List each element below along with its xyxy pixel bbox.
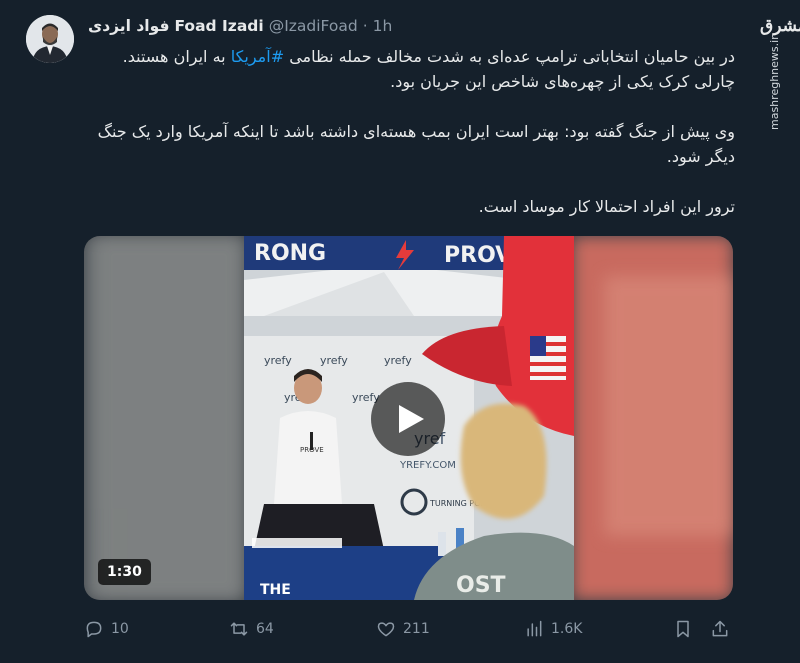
watermark-url: mashreghnews.ir bbox=[768, 35, 781, 130]
banner-text-2: PROV bbox=[444, 243, 512, 268]
bookmark-button[interactable] bbox=[673, 612, 693, 646]
tweet-paragraph-1: در بین حامیان انتخاباتی ترامپ عده‌ای به … bbox=[80, 44, 735, 94]
paragraph-1-start: در بین حامیان انتخاباتی ترامپ عده‌ای به … bbox=[284, 47, 735, 66]
timestamp[interactable]: 1h bbox=[373, 17, 393, 35]
reply-icon bbox=[86, 621, 102, 638]
author-name[interactable]: Foad Izadi bbox=[174, 17, 263, 35]
news-watermark: مشرق mashreghnews.ir bbox=[760, 8, 800, 130]
hashtag-link[interactable]: #آمریکا bbox=[231, 47, 284, 66]
avatar[interactable] bbox=[26, 15, 74, 63]
banner-text: RONG bbox=[254, 241, 326, 266]
share-button[interactable] bbox=[710, 612, 730, 646]
views-button[interactable]: 1.6K bbox=[524, 612, 582, 646]
avatar-image bbox=[26, 15, 74, 63]
action-bar: 10 64 211 1.6K bbox=[80, 612, 740, 646]
author-handle[interactable]: @IzadiFoad bbox=[269, 17, 358, 35]
tweet: فواد ایزدی Foad Izadi @IzadiFoad · 1h مش… bbox=[0, 0, 800, 663]
share-icon bbox=[712, 620, 728, 637]
like-button[interactable]: 211 bbox=[376, 612, 430, 646]
play-icon bbox=[399, 405, 424, 433]
video-duration: 1:30 bbox=[98, 559, 151, 585]
bookmark-icon bbox=[677, 620, 689, 638]
retweet-count: 64 bbox=[256, 621, 274, 637]
author-name-fa[interactable]: فواد ایزدی bbox=[88, 17, 169, 35]
svg-text:yrefy: yrefy bbox=[384, 354, 412, 367]
views-icon bbox=[527, 620, 542, 637]
tweet-paragraph-2: وی پیش از جنگ گفته بود: بهتر است ایران ب… bbox=[97, 122, 735, 166]
reply-button[interactable]: 10 bbox=[84, 612, 129, 646]
svg-text:OST: OST bbox=[456, 573, 506, 598]
separator-dot: · bbox=[362, 17, 368, 35]
svg-text:YREFY.COM: YREFY.COM bbox=[399, 460, 456, 471]
tweet-header: فواد ایزدی Foad Izadi @IzadiFoad · 1h bbox=[88, 14, 392, 38]
svg-text:THE: THE bbox=[260, 582, 291, 598]
retweet-icon bbox=[230, 622, 248, 636]
like-count: 211 bbox=[403, 621, 430, 637]
reply-count: 10 bbox=[111, 621, 129, 637]
tweet-paragraph-3: ترور این افراد احتمالا کار موساد است. bbox=[478, 197, 735, 216]
svg-text:yrefy: yrefy bbox=[264, 354, 292, 367]
retweet-button[interactable]: 64 bbox=[229, 612, 274, 646]
video-player[interactable]: RONG PROV yrefyyrefyyrefy yrefyyrefy yre… bbox=[84, 236, 733, 600]
svg-text:yrefy: yrefy bbox=[320, 354, 348, 367]
views-count: 1.6K bbox=[551, 621, 583, 637]
play-button[interactable] bbox=[371, 382, 445, 456]
heart-icon bbox=[377, 622, 395, 637]
tweet-text: در بین حامیان انتخاباتی ترامپ عده‌ای به … bbox=[80, 44, 735, 219]
